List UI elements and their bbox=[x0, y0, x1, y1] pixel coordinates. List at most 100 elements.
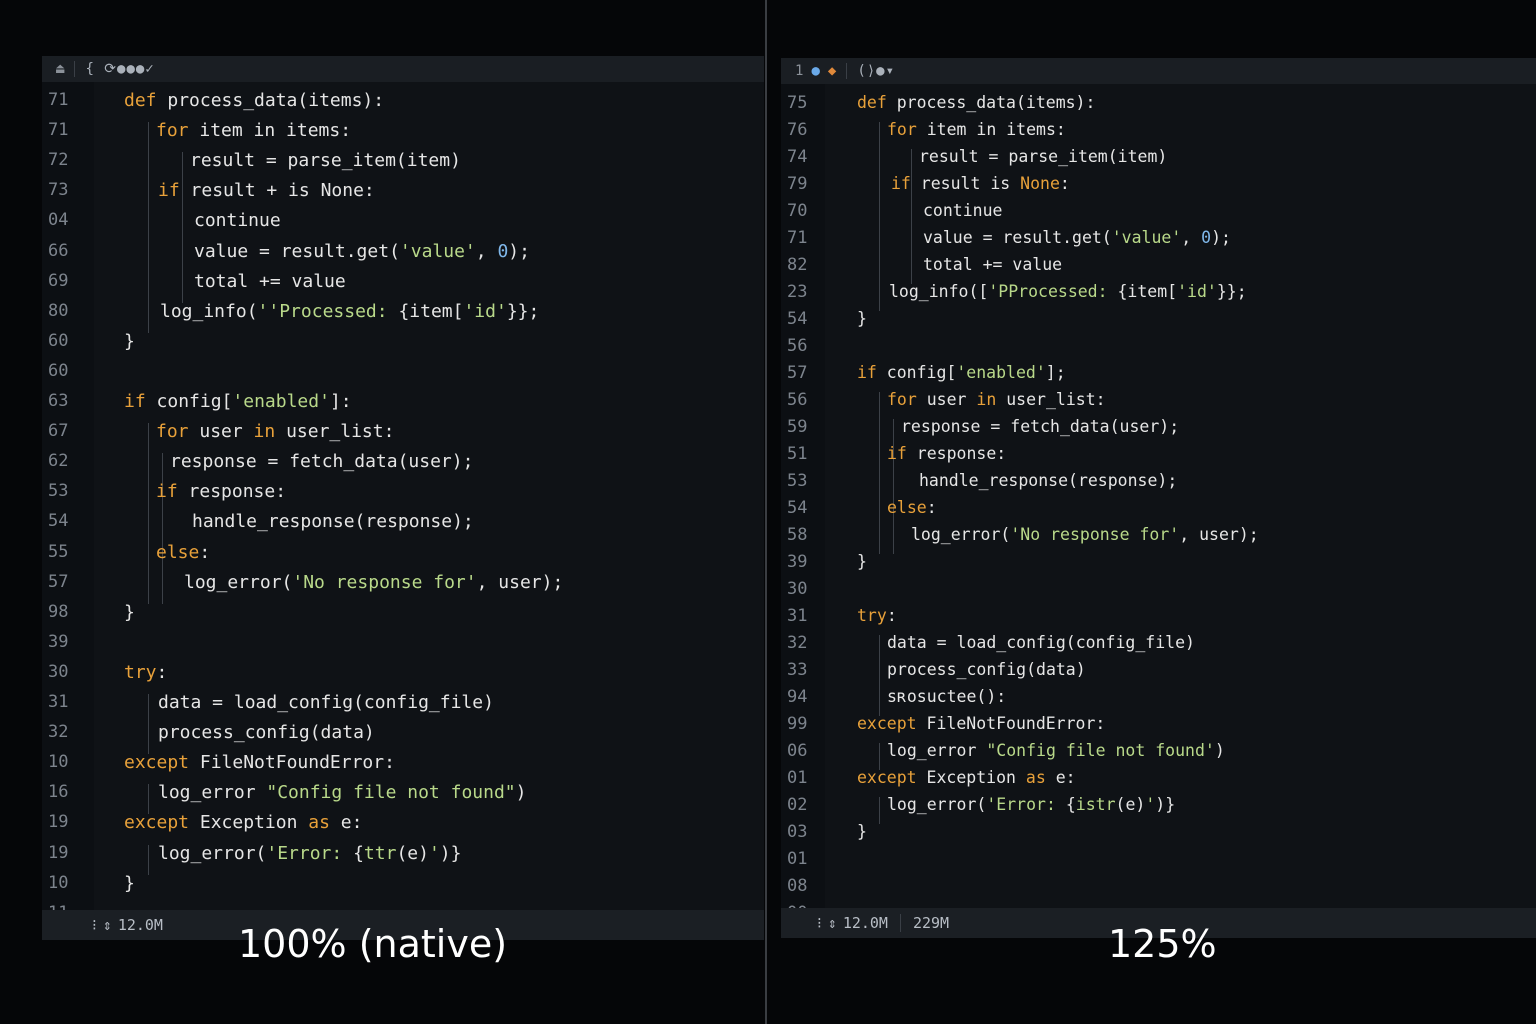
code-line[interactable]: except Exception as e: bbox=[124, 812, 362, 833]
code-line[interactable]: except Exception as e: bbox=[857, 768, 1076, 787]
code-token: } bbox=[857, 552, 867, 571]
line-number-gutter: 75 76 74 79 70 71 82 23 54 56 57 56 59 51 53 54 58 39 30 31… bbox=[781, 84, 825, 923]
code-area[interactable]: def process_data(items):for item in item… bbox=[94, 82, 764, 910]
code-line[interactable]: sʀosuctee(): bbox=[887, 687, 1006, 706]
code-line[interactable]: process_config(data) bbox=[158, 722, 375, 743]
code-line[interactable]: value = result.get('value', 0); bbox=[923, 228, 1231, 247]
code-line[interactable]: log_error('No response for', user); bbox=[184, 572, 563, 593]
code-token: "Config file not found' bbox=[986, 741, 1215, 760]
code-line[interactable]: result = parse_item(item) bbox=[190, 150, 461, 171]
code-line[interactable]: try: bbox=[857, 606, 897, 625]
fold-indicator-icon[interactable]: { ⟳●●●✓ bbox=[85, 61, 154, 77]
sort-icon[interactable]: ⇕ bbox=[103, 916, 112, 934]
code-line[interactable]: for item in items: bbox=[887, 120, 1066, 139]
code-token: } bbox=[857, 309, 867, 328]
code-token: } bbox=[124, 872, 135, 894]
code-token: 0 bbox=[1201, 228, 1212, 247]
code-line[interactable]: for item in items: bbox=[156, 120, 351, 141]
line-number: 01 bbox=[787, 849, 808, 869]
zoom-caption-native: 100% (native) bbox=[238, 922, 508, 966]
line-number: 63 bbox=[48, 391, 69, 411]
code-line[interactable]: data = load_config(config_file) bbox=[887, 633, 1195, 652]
line-number: 71 bbox=[48, 90, 69, 110]
code-line[interactable]: log_info(['PProcessed: {item['id'}}; bbox=[889, 282, 1247, 301]
code-token: log_info( bbox=[160, 300, 258, 322]
code-line[interactable]: response = fetch_data(user); bbox=[170, 451, 473, 472]
sort-icon[interactable]: ⇕ bbox=[828, 914, 837, 932]
code-line[interactable]: } bbox=[857, 552, 867, 571]
code-line[interactable]: log_error "Config file not found') bbox=[887, 741, 1225, 760]
code-line[interactable]: handle_response(response); bbox=[192, 511, 474, 532]
code-line[interactable]: try: bbox=[124, 662, 167, 683]
code-line[interactable]: if result + is None: bbox=[158, 180, 375, 201]
code-area[interactable]: def process_data(items):for item in item… bbox=[825, 84, 1536, 908]
code-token: , user); bbox=[476, 571, 564, 593]
code-line[interactable]: if response: bbox=[156, 481, 286, 502]
code-token: ' bbox=[428, 842, 440, 864]
code-line[interactable]: total += value bbox=[194, 271, 346, 292]
indent-guide bbox=[879, 392, 880, 554]
code-line[interactable]: if response: bbox=[887, 444, 1006, 463]
breakpoint-icon[interactable]: ● bbox=[811, 63, 819, 79]
code-line[interactable]: process_config(data) bbox=[887, 660, 1086, 679]
code-line[interactable]: log_error('Error: {ttr(e)')} bbox=[158, 843, 461, 864]
pin-icon[interactable]: ⏏ bbox=[56, 61, 64, 77]
code-token: if bbox=[857, 363, 877, 382]
code-token: : bbox=[199, 541, 211, 563]
code-line[interactable]: result = parse_item(item) bbox=[919, 147, 1167, 166]
code-line[interactable]: value = result.get('value', 0); bbox=[194, 241, 530, 262]
editor-toolbar: 1 ● ◆ (⟩●▾ bbox=[781, 58, 1536, 84]
bookmark-icon[interactable]: ◆ bbox=[828, 63, 836, 79]
code-line[interactable]: log_error('Error: {istr(e)')} bbox=[887, 795, 1175, 814]
line-number: 79 bbox=[787, 174, 808, 194]
code-token: : bbox=[926, 498, 937, 517]
indent-guide bbox=[893, 419, 894, 554]
code-line[interactable]: handle_response(response); bbox=[919, 471, 1177, 490]
code-token: process_data(items): bbox=[886, 93, 1096, 112]
code-line[interactable]: if config['enabled']; bbox=[857, 363, 1066, 382]
code-line[interactable]: def process_data(items): bbox=[124, 90, 384, 111]
code-token: : bbox=[156, 661, 168, 683]
code-line[interactable]: def process_data(items): bbox=[857, 93, 1095, 112]
code-token: 'Error: bbox=[266, 842, 354, 864]
code-line[interactable]: } bbox=[124, 602, 135, 623]
code-token: else bbox=[156, 541, 200, 563]
code-line[interactable]: if config['enabled']: bbox=[124, 391, 352, 412]
code-line[interactable]: total += value bbox=[923, 255, 1062, 274]
code-line[interactable]: log_info(''Processed: {item['id'}}; bbox=[160, 301, 539, 322]
code-line[interactable]: log_error('No response for', user); bbox=[911, 525, 1259, 544]
line-number: 62 bbox=[48, 451, 69, 472]
code-token: log_error( bbox=[887, 795, 987, 814]
code-line[interactable]: else: bbox=[156, 542, 210, 563]
code-token: in bbox=[976, 390, 997, 409]
code-token: }}; bbox=[1216, 282, 1247, 301]
code-token: handle_response(response); bbox=[919, 471, 1178, 490]
code-token: item in items: bbox=[188, 120, 352, 142]
code-line[interactable]: continue bbox=[194, 210, 281, 231]
line-number: 04 bbox=[48, 210, 69, 231]
fold-indicator-icon[interactable]: (⟩●▾ bbox=[857, 63, 895, 79]
code-line[interactable]: response = fetch_data(user); bbox=[901, 417, 1179, 436]
code-line[interactable]: if result is None: bbox=[891, 174, 1070, 193]
code-line[interactable]: data = load_config(config_file) bbox=[158, 692, 494, 713]
code-line[interactable]: continue bbox=[923, 201, 1002, 220]
code-token: { bbox=[353, 842, 364, 864]
code-line[interactable]: except FileNotFoundError: bbox=[857, 714, 1105, 733]
code-line[interactable]: } bbox=[857, 822, 867, 841]
comparison-divider bbox=[765, 0, 767, 1024]
code-token: result = parse_item(item) bbox=[919, 147, 1168, 166]
code-line[interactable]: for user in user_list: bbox=[156, 421, 394, 442]
code-line[interactable]: for user in user_list: bbox=[887, 390, 1106, 409]
line-number: 30 bbox=[48, 661, 69, 682]
code-line[interactable]: log_error "Config file not found") bbox=[158, 782, 526, 803]
code-token: process_data(items): bbox=[156, 90, 385, 111]
code-line[interactable]: } bbox=[124, 873, 135, 894]
code-line[interactable]: except FileNotFoundError: bbox=[124, 752, 395, 773]
code-token: total += value bbox=[923, 255, 1063, 274]
code-token: continue bbox=[923, 201, 1003, 220]
code-line[interactable]: else: bbox=[887, 498, 937, 517]
code-token: response: bbox=[177, 481, 287, 503]
code-line[interactable]: } bbox=[124, 331, 135, 352]
code-token: for bbox=[887, 120, 917, 139]
code-line[interactable]: } bbox=[857, 309, 867, 328]
